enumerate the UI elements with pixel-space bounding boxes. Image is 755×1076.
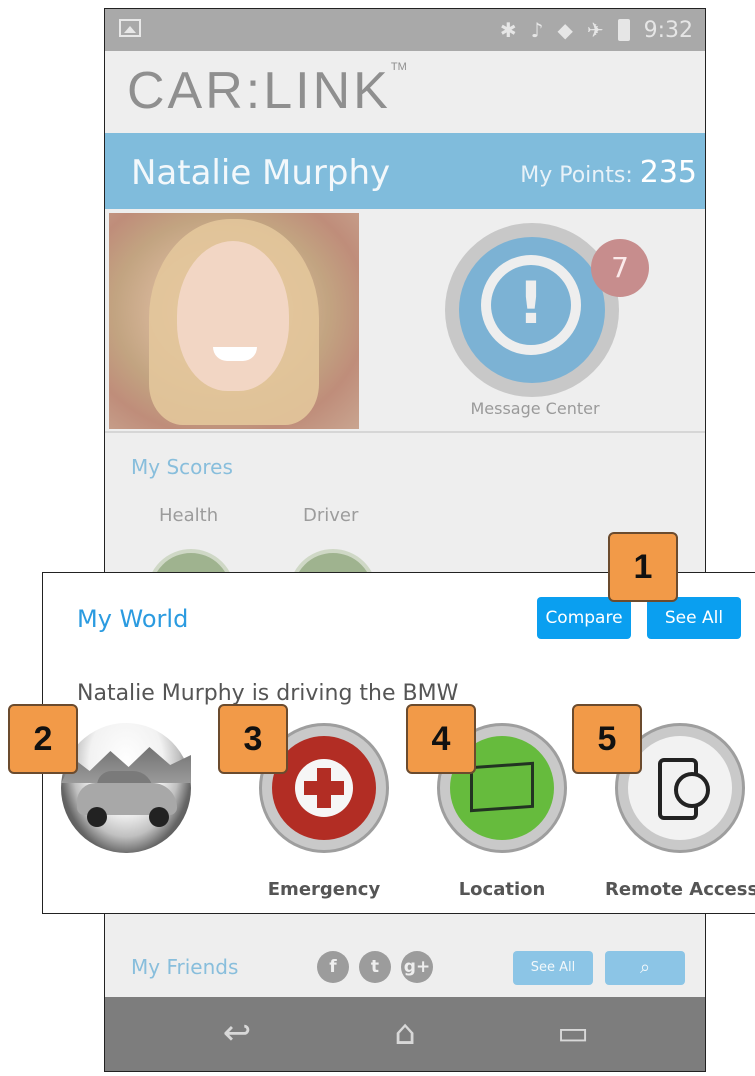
user-name: Natalie Murphy: [131, 153, 391, 193]
twitter-icon[interactable]: t: [359, 951, 391, 983]
search-icon[interactable]: ⌕: [605, 951, 685, 985]
map-icon: [470, 761, 534, 813]
back-icon[interactable]: ↩: [207, 1013, 267, 1053]
emergency-cross-icon: [295, 759, 353, 817]
battery-icon: [617, 19, 630, 41]
friends-bar: My Friends f t g+ See All ⌕: [105, 939, 705, 997]
nav-bar: ↩ ⌂ ▭: [105, 997, 705, 1071]
car-photo[interactable]: [61, 723, 191, 853]
compare-button[interactable]: Compare: [537, 597, 631, 639]
recents-icon[interactable]: ▭: [543, 1013, 603, 1053]
status-icons: ✱ ♪ ◆ ✈ 9:32: [500, 17, 693, 43]
see-all-button[interactable]: See All: [647, 597, 741, 639]
section-divider: [105, 431, 705, 433]
home-icon[interactable]: ⌂: [375, 1013, 435, 1053]
image-icon: [119, 19, 141, 37]
facebook-icon[interactable]: f: [317, 951, 349, 983]
friends-see-all-button[interactable]: See All: [513, 951, 593, 985]
google-plus-icon[interactable]: g+: [401, 951, 433, 983]
airplane-icon: ✈: [586, 18, 604, 42]
location-label: Location: [458, 879, 546, 900]
my-world-title: My World: [77, 605, 189, 633]
callout-5: 5: [572, 704, 642, 774]
callout-4: 4: [406, 704, 476, 774]
alert-icon: !: [481, 255, 581, 355]
score-label-driver: Driver: [303, 505, 359, 526]
bluetooth-icon: ✱: [499, 18, 517, 42]
wifi-icon: ◆: [557, 18, 573, 42]
message-center-label: Message Center: [470, 399, 600, 418]
status-time: 9:32: [643, 17, 693, 43]
profile-photo[interactable]: [109, 213, 359, 429]
user-header: Natalie Murphy My Points: 235: [105, 133, 705, 209]
message-center-button[interactable]: !: [445, 223, 619, 397]
driving-status-text: Natalie Murphy is driving the BMW: [77, 681, 459, 706]
points-label: My Points:: [520, 163, 633, 188]
friends-title: My Friends: [131, 955, 239, 979]
score-label-health: Health: [159, 505, 219, 526]
emergency-label: Emergency: [267, 879, 381, 900]
callout-2: 2: [8, 704, 78, 774]
message-count-badge: 7: [591, 239, 649, 297]
status-bar: ✱ ♪ ◆ ✈ 9:32: [105, 9, 705, 51]
remote-access-label: Remote Access: [605, 879, 755, 900]
scores-title: My Scores: [131, 455, 233, 479]
my-world-panel: My World Compare See All Natalie Murphy …: [42, 572, 755, 914]
callout-1: 1: [608, 532, 678, 602]
points-display: My Points: 235: [520, 155, 697, 190]
points-value: 235: [639, 155, 697, 190]
app-logo: CAR:LINKTM: [127, 61, 407, 120]
callout-3: 3: [218, 704, 288, 774]
mute-icon: ♪: [530, 18, 544, 42]
